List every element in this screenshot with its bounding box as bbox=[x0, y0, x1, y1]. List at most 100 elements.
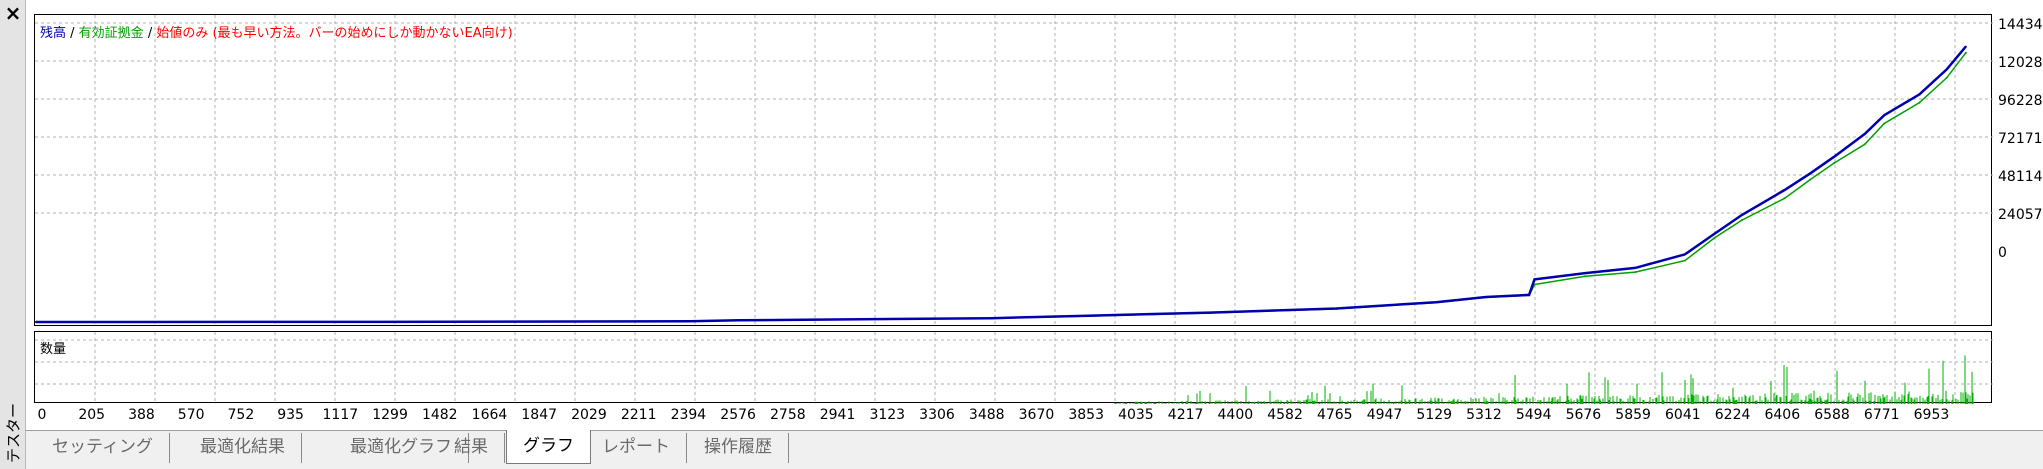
x-tick-label: 2758 bbox=[770, 407, 806, 423]
data-point bbox=[1435, 301, 1437, 304]
y-tick-label: 0 bbox=[1998, 245, 2007, 261]
data-point bbox=[35, 321, 37, 323]
volume-label: 数量 bbox=[40, 342, 67, 357]
data-point bbox=[1863, 143, 1866, 146]
y-tick-label: 48114428 bbox=[1998, 169, 2043, 185]
x-tick-label: 2941 bbox=[819, 407, 856, 423]
x-tick-label: 4947 bbox=[1366, 407, 1403, 423]
x-tick-label: 6953 bbox=[1913, 407, 1950, 423]
x-tick-label: 4035 bbox=[1118, 407, 1154, 423]
data-point bbox=[738, 319, 741, 322]
x-tick-label: 1664 bbox=[471, 407, 508, 423]
series-line-balance bbox=[35, 45, 1967, 324]
data-point bbox=[1634, 271, 1637, 274]
x-tick-label: 4765 bbox=[1316, 407, 1353, 423]
data-point bbox=[1783, 189, 1786, 191]
data-point bbox=[1883, 122, 1886, 125]
data-point bbox=[1683, 259, 1686, 262]
data-point bbox=[1809, 172, 1812, 175]
data-point bbox=[1918, 101, 1921, 104]
y-tick-label: 72171642 bbox=[1998, 131, 2043, 147]
x-tick-label: 6771 bbox=[1863, 407, 1900, 423]
data-point bbox=[1783, 197, 1786, 200]
data-point bbox=[1741, 219, 1743, 222]
x-tick-label: 570 bbox=[177, 407, 205, 423]
x-tick-label: 6041 bbox=[1665, 407, 1701, 423]
x-tick-label: 6406 bbox=[1764, 407, 1801, 423]
x-tick-label: 3306 bbox=[919, 407, 955, 423]
tab-journal[interactable]: 操作履歴 bbox=[688, 433, 789, 463]
x-tick-label: 5129 bbox=[1416, 407, 1453, 423]
x-tick-label: 3488 bbox=[968, 407, 1005, 423]
data-point bbox=[1945, 76, 1948, 79]
data-point bbox=[1964, 51, 1967, 54]
graph-view: 残高 / 有効証拠金 / 始値のみ (最も早い方法。バーの始めにしか動かないEA… bbox=[26, 0, 2043, 469]
legend-equity: 有効証拠金 bbox=[78, 26, 144, 41]
x-tick-label: 4217 bbox=[1167, 407, 1204, 423]
data-point bbox=[1883, 114, 1886, 117]
x-tick-label: 6224 bbox=[1714, 407, 1751, 423]
tester-panel-label: テスター bbox=[1, 398, 25, 468]
data-point bbox=[444, 320, 447, 323]
x-tick-label: 2576 bbox=[720, 407, 756, 423]
x-tick-label: 0 bbox=[37, 407, 47, 423]
x-tick-label: 388 bbox=[128, 407, 155, 423]
tester-panel-title: テスター bbox=[4, 402, 23, 464]
data-point bbox=[1584, 275, 1587, 278]
volume-chart-svg bbox=[35, 332, 1993, 404]
data-point bbox=[1964, 45, 1967, 48]
data-point bbox=[1918, 93, 1921, 96]
data-point bbox=[1945, 68, 1948, 71]
close-icon[interactable]: × bbox=[2, 3, 24, 25]
y-tick-label: 24057214 bbox=[1998, 207, 2043, 223]
tab-results[interactable]: 結果 bbox=[438, 433, 505, 463]
chart-legend: 残高 / 有効証拠金 / 始値のみ (最も早い方法。バーの始めにしか動かないEA… bbox=[40, 22, 513, 41]
x-tick-label: 5859 bbox=[1615, 407, 1651, 423]
data-point bbox=[1713, 232, 1716, 235]
data-point bbox=[1833, 155, 1836, 158]
x-tick-label: 3123 bbox=[869, 407, 906, 423]
x-tick-label: 3670 bbox=[1018, 407, 1055, 423]
equity-chart-svg bbox=[35, 15, 1993, 327]
data-point bbox=[1683, 253, 1686, 256]
data-point bbox=[1863, 132, 1866, 135]
series-line-equity bbox=[35, 52, 1967, 323]
data-point bbox=[1485, 296, 1487, 298]
x-tick-label: 1847 bbox=[521, 407, 558, 423]
x-tick-label: 1482 bbox=[421, 407, 458, 423]
data-point bbox=[1809, 178, 1812, 181]
tab-graph[interactable]: グラフ bbox=[506, 430, 591, 464]
x-tick-label: 3853 bbox=[1068, 407, 1104, 423]
x-tick-label: 205 bbox=[78, 407, 106, 423]
data-point bbox=[1528, 293, 1531, 296]
y-tick-label: 12028607 bbox=[1998, 55, 2043, 71]
tab-report[interactable]: レポート bbox=[586, 433, 687, 463]
x-tick-label: 4582 bbox=[1267, 407, 1303, 423]
equity-chart-area bbox=[34, 14, 1993, 327]
volume-chart-area bbox=[34, 331, 1993, 404]
legend-separator: / bbox=[143, 26, 157, 41]
data-point bbox=[1634, 266, 1637, 269]
x-tick-label: 935 bbox=[277, 407, 304, 423]
tab-settings[interactable]: セッティング bbox=[36, 433, 170, 463]
data-point bbox=[1208, 311, 1211, 314]
legend-mode: 始値のみ (最も早い方法。バーの始めにしか動かないEA向け) bbox=[156, 26, 513, 41]
data-point bbox=[688, 320, 691, 323]
data-point bbox=[1741, 213, 1743, 216]
x-tick-label: 752 bbox=[227, 407, 255, 423]
data-point bbox=[1584, 272, 1587, 275]
data-point bbox=[1335, 307, 1338, 310]
x-tick-label: 5312 bbox=[1466, 407, 1502, 423]
x-tick-label: 5676 bbox=[1565, 407, 1602, 423]
x-tick-label: 6588 bbox=[1814, 407, 1850, 423]
tester-sidebar: × テスター bbox=[0, 0, 26, 469]
tab-optimization-results[interactable]: 最適化結果 bbox=[184, 433, 302, 463]
legend-separator: / bbox=[66, 26, 79, 41]
data-point bbox=[1713, 236, 1716, 239]
legend-balance: 残高 bbox=[40, 26, 67, 41]
data-point bbox=[990, 317, 993, 320]
x-tick-label: 1117 bbox=[322, 407, 359, 423]
x-tick-label: 4400 bbox=[1217, 407, 1254, 423]
data-point bbox=[1086, 314, 1089, 317]
tester-tab-bar: セッティング 最適化結果 最適化グラフ 結果 グラフ レポート 操作履歴 bbox=[26, 430, 2043, 469]
